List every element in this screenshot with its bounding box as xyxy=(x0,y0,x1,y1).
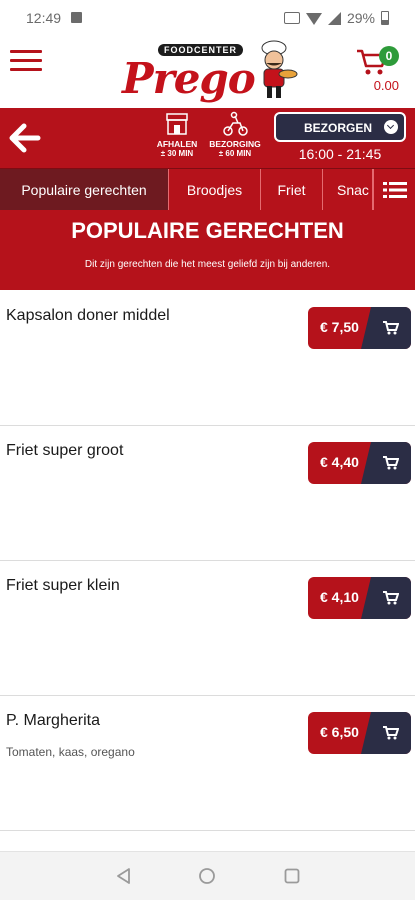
product-item[interactable]: Friet super klein € 4,10 xyxy=(0,561,415,696)
scooter-icon xyxy=(223,111,248,136)
product-item[interactable]: Kapsalon doner middel € 7,50 xyxy=(0,291,415,426)
cart-icon xyxy=(383,591,399,605)
list-icon xyxy=(382,182,407,198)
product-name: Kapsalon doner middel xyxy=(6,307,170,324)
order-mode-value: BEZORGEN xyxy=(304,121,373,135)
category-list-button[interactable] xyxy=(373,169,415,211)
header-cart-button[interactable]: 0 0.00 xyxy=(355,42,399,93)
category-tabs: Populaire gerechten Broodjes Friet Snac xyxy=(0,168,415,211)
pickup-label: AFHALEN xyxy=(156,139,198,149)
product-price: € 4,10 xyxy=(320,589,359,605)
order-mode-select[interactable]: BEZORGEN xyxy=(274,112,406,142)
product-list: Kapsalon doner middel € 7,50 Friet super… xyxy=(0,291,415,831)
cart-icon xyxy=(383,726,399,740)
tab-snacks[interactable]: Snac xyxy=(323,169,373,211)
status-indicators: 29% xyxy=(283,10,389,26)
add-to-cart-button[interactable]: € 6,50 xyxy=(308,712,411,754)
product-item[interactable]: Friet super groot € 4,40 xyxy=(0,426,415,561)
chef-mascot-icon xyxy=(261,40,298,98)
cast-icon xyxy=(283,12,300,24)
order-bar: AFHALEN ± 30 MIN BEZORGING ± 60 MIN BEZO… xyxy=(0,108,415,168)
product-price: € 7,50 xyxy=(320,319,359,335)
delivery-eta: ± 60 MIN xyxy=(218,149,252,158)
tab-broodjes[interactable]: Broodjes xyxy=(169,169,261,211)
back-nav-icon[interactable] xyxy=(114,866,134,886)
product-name: P. Margherita xyxy=(6,712,100,729)
cart-total: 0.00 xyxy=(373,78,399,93)
signal-icon xyxy=(327,11,341,25)
cart-count-badge: 0 xyxy=(379,46,399,66)
section-title: POPULAIRE GERECHTEN xyxy=(71,218,344,243)
cart-icon xyxy=(383,456,399,470)
pickup-eta: ± 30 MIN xyxy=(160,149,194,158)
battery-icon xyxy=(381,11,389,25)
prego-logo[interactable]: FOODCENTER Prego xyxy=(122,40,298,104)
status-time: 12:49 xyxy=(26,10,62,26)
product-item[interactable]: P. Margherita Tomaten, kaas, oregano € 6… xyxy=(0,696,415,831)
section-subtitle: Dit zijn gerechten die het meest geliefd… xyxy=(84,259,331,270)
add-to-cart-button[interactable]: € 4,10 xyxy=(308,577,411,619)
menu-icon[interactable] xyxy=(10,50,42,74)
chevron-down-icon xyxy=(384,120,398,134)
cart-icon xyxy=(383,321,399,335)
system-navigation-bar xyxy=(0,851,415,900)
product-name: Friet super klein xyxy=(6,577,120,594)
gallery-notification-icon xyxy=(71,12,82,23)
product-price: € 6,50 xyxy=(320,724,359,740)
delivery-option[interactable]: BEZORGING ± 60 MIN xyxy=(207,110,263,158)
status-bar: 12:49 29% xyxy=(0,0,415,36)
store-icon xyxy=(166,113,188,135)
section-header: POPULAIRE GERECHTEN Dit zijn gerechten d… xyxy=(0,210,415,290)
logo-text: Prego xyxy=(122,54,256,103)
home-nav-icon[interactable] xyxy=(197,866,217,886)
opening-hours: 16:00 - 21:45 xyxy=(298,146,382,162)
tab-friet[interactable]: Friet xyxy=(261,169,323,211)
battery-percent: 29% xyxy=(346,10,375,26)
add-to-cart-button[interactable]: € 7,50 xyxy=(308,307,411,349)
recents-nav-icon[interactable] xyxy=(282,866,302,886)
app-header: FOODCENTER Prego 0 0.00 xyxy=(0,36,415,108)
wifi-icon xyxy=(305,13,322,25)
pickup-option[interactable]: AFHALEN ± 30 MIN xyxy=(149,110,205,158)
back-arrow-icon[interactable] xyxy=(6,120,42,156)
add-to-cart-button[interactable]: € 4,40 xyxy=(308,442,411,484)
product-name: Friet super groot xyxy=(6,442,124,459)
product-description: Tomaten, kaas, oregano xyxy=(6,745,135,759)
delivery-label: BEZORGING xyxy=(209,139,261,149)
product-price: € 4,40 xyxy=(320,454,359,470)
tab-populaire-gerechten[interactable]: Populaire gerechten xyxy=(0,169,169,211)
